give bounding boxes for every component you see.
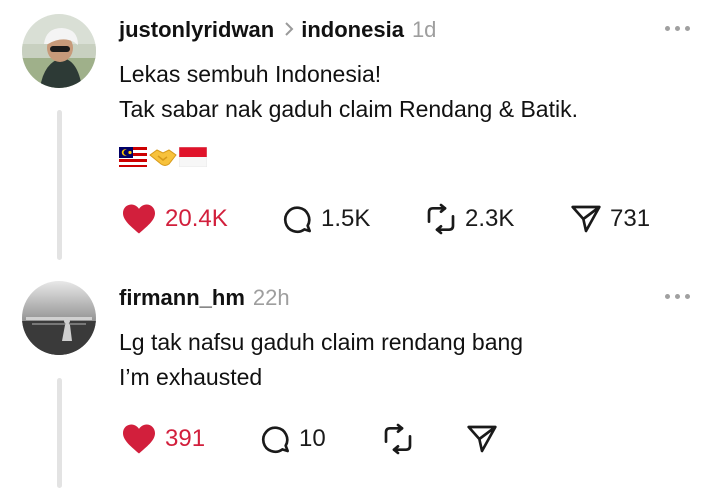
post-text-line: I’m exhausted — [119, 364, 263, 390]
thread-line — [57, 378, 62, 488]
handshake-icon — [149, 149, 177, 166]
comment-button[interactable]: 10 — [259, 423, 326, 455]
heart-filled-icon — [123, 424, 155, 454]
post-header: firmann_hm 22h — [119, 285, 290, 311]
repost-icon — [427, 203, 455, 235]
like-count: 391 — [165, 425, 206, 452]
like-count: 20.4K — [165, 205, 228, 232]
username[interactable]: firmann_hm — [119, 285, 245, 311]
like-button[interactable]: 391 — [121, 423, 205, 455]
post-text-line: Tak sabar nak gaduh claim Rendang & Bati… — [119, 96, 578, 122]
post-header: justonlyridwan indonesia 1d — [119, 17, 436, 43]
share-button[interactable] — [466, 423, 498, 455]
more-options-icon[interactable] — [665, 294, 690, 299]
username[interactable]: justonlyridwan — [119, 17, 274, 43]
repost-button[interactable] — [382, 423, 414, 455]
post-time: 22h — [252, 285, 290, 310]
post-2: firmann_hm 22h Lg tak nafsu gaduh claim … — [0, 268, 720, 488]
comment-icon — [261, 426, 289, 454]
more-options-icon[interactable] — [665, 26, 690, 31]
post-text: Lg tak nafsu gaduh claim rendang bang I’… — [119, 325, 523, 395]
heart-filled-icon — [123, 204, 155, 234]
comment-button[interactable]: 1.5K — [281, 203, 370, 235]
avatar[interactable] — [22, 14, 96, 88]
post-1: justonlyridwan indonesia 1d Lekas sembuh… — [0, 0, 720, 268]
chevron-right-icon — [284, 20, 295, 43]
post-text: Lekas sembuh Indonesia! Tak sabar nak ga… — [119, 57, 578, 127]
send-icon — [571, 205, 601, 233]
emoji-row — [119, 146, 207, 168]
post-text-line: Lekas sembuh Indonesia! — [119, 61, 382, 87]
share-button[interactable]: 731 — [570, 203, 650, 235]
flag-indonesia-icon — [179, 147, 207, 167]
comment-count: 1.5K — [321, 205, 371, 232]
post-time: 1d — [411, 17, 437, 42]
share-count: 731 — [610, 205, 651, 232]
comment-count: 10 — [299, 425, 326, 452]
flag-malaysia-icon — [119, 147, 147, 167]
send-icon — [467, 425, 497, 453]
thread-line — [57, 110, 62, 260]
post-text-line: Lg tak nafsu gaduh claim rendang bang — [119, 329, 524, 355]
repost-button[interactable]: 2.3K — [425, 203, 514, 235]
repost-icon — [384, 423, 412, 455]
topic-link[interactable]: indonesia — [301, 17, 404, 43]
repost-count: 2.3K — [465, 205, 515, 232]
comment-icon — [283, 206, 311, 234]
like-button[interactable]: 20.4K — [121, 203, 228, 235]
avatar[interactable] — [22, 281, 96, 355]
